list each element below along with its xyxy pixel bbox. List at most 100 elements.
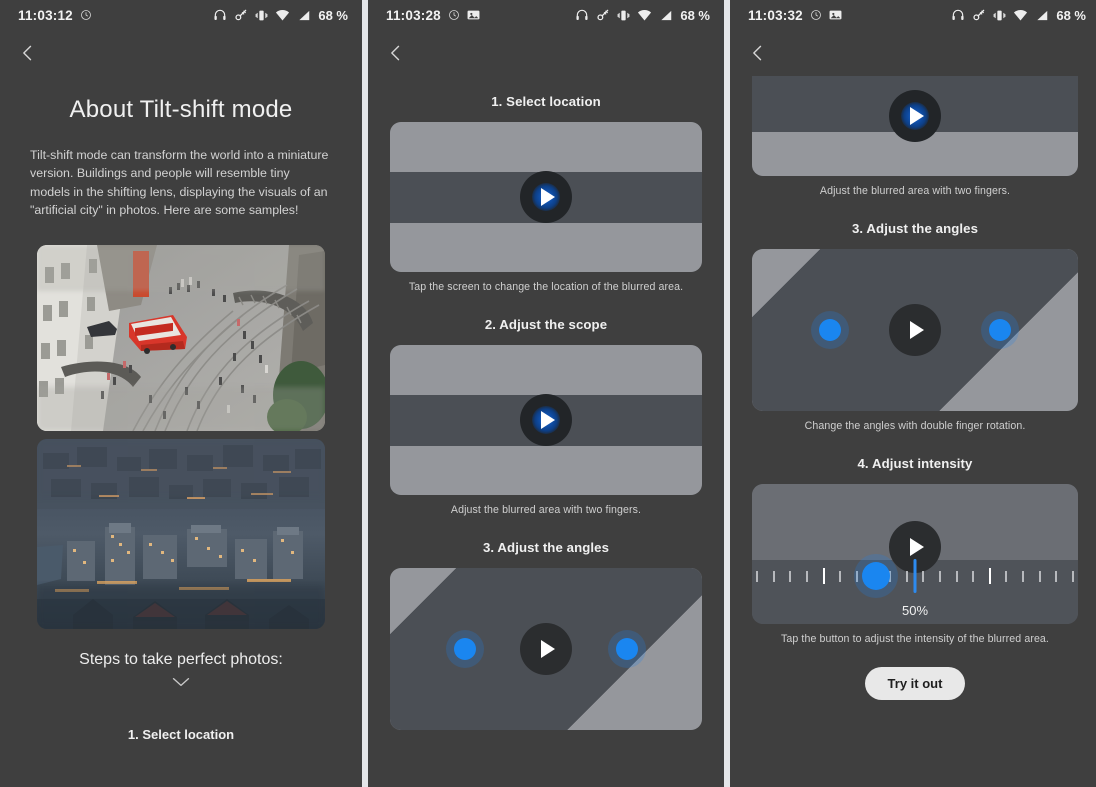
tick — [955, 570, 958, 582]
back-icon[interactable] — [386, 43, 406, 63]
sample-photo-cityscape — [37, 439, 325, 630]
step-video-thumbnail[interactable]: 50% — [752, 484, 1078, 624]
step-video-thumbnail[interactable] — [390, 568, 702, 730]
back-icon[interactable] — [18, 43, 38, 63]
step-title: 1. Select location — [491, 94, 601, 109]
back-bar — [0, 30, 362, 76]
step-video-thumbnail[interactable] — [390, 122, 702, 272]
tick — [972, 570, 975, 582]
tick — [905, 570, 908, 582]
step-caption: Tap the screen to change the location of… — [408, 281, 684, 293]
panel-about: 11:03:12 68 % About Tilt-shift mode Tilt… — [0, 0, 362, 787]
chevron-down-icon[interactable] — [171, 675, 191, 687]
angle-handle-left[interactable] — [453, 638, 476, 660]
step-video-thumbnail[interactable] — [390, 345, 702, 495]
alarm-clock-icon — [810, 9, 822, 21]
step-caption: Adjust the blurred area with two fingers… — [819, 185, 1011, 197]
panel-steps-2: 11:03:32 68 % Adjust the blurred area wi… — [730, 0, 1096, 787]
tick — [1071, 570, 1074, 582]
blur-band-bottom — [390, 445, 702, 495]
step-adjust-angles: 3. Adjust the angles Change the angles w… — [730, 221, 1096, 432]
step-video-thumbnail[interactable] — [752, 249, 1078, 411]
step-adjust-scope: 2. Adjust the scope Adjust the blurred a… — [368, 317, 724, 516]
battery-label: 68 % — [680, 7, 710, 23]
status-bar-left: 11:03:28 — [386, 8, 480, 23]
angle-handle-right[interactable] — [988, 319, 1011, 341]
vibrate-icon — [255, 9, 268, 22]
status-bar-left: 11:03:32 — [748, 8, 842, 23]
tick — [805, 570, 808, 582]
wifi-icon — [1013, 9, 1028, 22]
page-title: About Tilt-shift mode — [69, 96, 293, 123]
status-time: 11:03:32 — [748, 7, 803, 23]
tick — [756, 570, 758, 582]
tick — [839, 570, 842, 582]
step-title: 3. Adjust the angles — [482, 540, 610, 555]
play-button[interactable] — [889, 90, 941, 142]
play-icon — [910, 538, 924, 556]
back-icon[interactable] — [748, 43, 768, 63]
vibrate-icon — [617, 9, 630, 22]
back-bar — [730, 30, 1096, 76]
status-time: 11:03:28 — [386, 7, 441, 23]
status-bar: 11:03:28 68 % — [368, 0, 724, 30]
blur-band-bottom — [390, 222, 702, 272]
battery-label: 68 % — [1056, 7, 1086, 23]
battery-label: 68 % — [318, 7, 348, 23]
step-caption: Adjust the blurred area with two fingers… — [450, 504, 642, 516]
tick — [922, 570, 925, 582]
play-button[interactable] — [889, 304, 941, 356]
signal-icon — [659, 9, 673, 22]
about-description: Tilt-shift mode can transform the world … — [30, 148, 329, 218]
intensity-slider-knob[interactable] — [861, 562, 890, 591]
play-icon — [541, 411, 555, 429]
play-icon — [910, 107, 924, 125]
step-adjust-angles: 3. Adjust the angles — [368, 540, 724, 730]
play-icon — [910, 321, 924, 339]
angle-handle-left[interactable] — [819, 319, 842, 341]
tick — [855, 570, 858, 582]
tick — [1022, 570, 1024, 582]
status-bar: 11:03:12 68 % — [0, 0, 362, 30]
tick — [1038, 570, 1041, 582]
tick-major — [988, 568, 991, 585]
step-title: 3. Adjust the angles — [851, 221, 979, 236]
step-partial-adjust-scope: Adjust the blurred area with two fingers… — [730, 76, 1096, 197]
screenshot-icon — [467, 9, 480, 21]
try-it-out-button[interactable]: Try it out — [864, 667, 966, 700]
key-icon — [596, 8, 610, 22]
wifi-icon — [637, 9, 652, 22]
panel-steps-1: 11:03:28 68 % 1. Select location Tap the… — [368, 0, 724, 787]
step-caption: Change the angles with double finger rot… — [804, 420, 1026, 432]
step-video-thumbnail-partial[interactable] — [752, 76, 1078, 176]
sample-photo-street — [37, 245, 325, 432]
tick — [938, 570, 941, 582]
wifi-icon — [275, 9, 290, 22]
status-bar-right: 68 % — [575, 8, 710, 23]
angle-handle-right[interactable] — [616, 638, 639, 660]
play-button[interactable] — [520, 623, 572, 675]
play-icon — [541, 640, 555, 658]
step-title-1: 1. Select location — [127, 727, 235, 743]
alarm-clock-icon — [80, 9, 92, 21]
tick — [772, 570, 775, 582]
tick — [789, 570, 792, 582]
vibrate-icon — [993, 9, 1006, 22]
signal-icon — [297, 9, 311, 22]
status-bar: 11:03:32 68 % — [730, 0, 1096, 30]
tick — [1055, 570, 1058, 582]
about-body: About Tilt-shift mode Tilt-shift mode ca… — [0, 76, 362, 742]
step-title: 2. Adjust the scope — [484, 317, 608, 332]
key-icon — [972, 8, 986, 22]
play-button[interactable] — [520, 394, 572, 446]
status-time: 11:03:12 — [18, 7, 73, 23]
play-button[interactable] — [520, 171, 572, 223]
intensity-value: 50% — [901, 603, 929, 618]
key-icon — [234, 8, 248, 22]
tick-major — [822, 568, 825, 585]
status-bar-right: 68 % — [213, 8, 348, 23]
